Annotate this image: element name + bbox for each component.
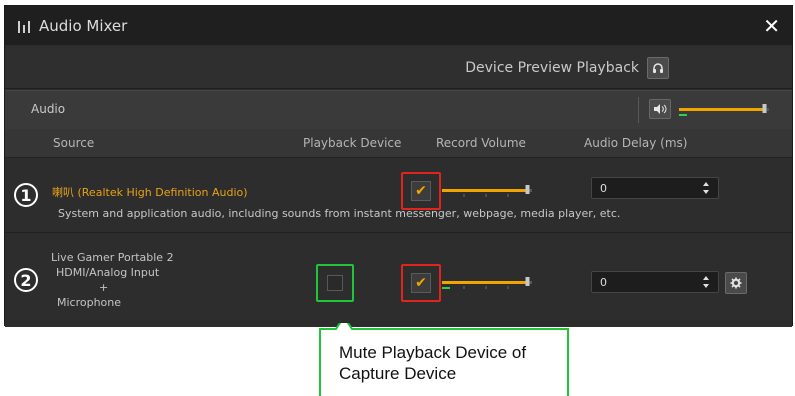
divider — [638, 97, 639, 123]
annotation-badge: 1 — [14, 183, 38, 207]
spinner-icon[interactable] — [702, 273, 710, 291]
audio-master-row: Audio — [5, 90, 792, 130]
record-volume-slider[interactable] — [442, 183, 534, 199]
source-input-name: HDMI/Analog Input — [56, 266, 160, 279]
checkmark-icon: ✔ — [415, 183, 427, 199]
window-title: Audio Mixer — [39, 16, 128, 35]
device-preview-row: Device Preview Playback — [5, 48, 792, 89]
source-name: 喇叭 (Realtek High Definition Audio) — [52, 186, 248, 199]
source-row: 2 Live Gamer Portable 2 HDMI/Analog Inpu… — [5, 233, 792, 327]
record-checkbox[interactable]: ✔ — [411, 181, 431, 201]
column-playback-device: Playback Device — [303, 136, 402, 150]
spinner-icon[interactable] — [702, 179, 710, 197]
audio-delay-value: 0 — [600, 182, 607, 195]
callout-text: Mute Playback Device of Capture Device — [339, 343, 527, 383]
source-device-name: Live Gamer Portable 2 — [51, 251, 174, 264]
audio-mixer-window: Audio Mixer ✕ Device Preview Playback Au… — [4, 5, 793, 327]
audio-delay-input[interactable]: 0 — [591, 177, 719, 199]
source-row: 1 喇叭 (Realtek High Definition Audio) Sys… — [5, 158, 792, 233]
column-source: Source — [53, 136, 95, 150]
close-button[interactable]: ✕ — [763, 14, 780, 38]
device-preview-label: Device Preview Playback — [465, 60, 639, 76]
mixer-icon — [18, 19, 30, 33]
annotation-badge: 2 — [14, 268, 38, 292]
audio-delay-input[interactable]: 0 — [591, 271, 719, 293]
record-volume-slider[interactable] — [442, 275, 534, 291]
source-name-block: Live Gamer Portable 2 HDMI/Analog Input … — [51, 250, 174, 310]
playback-device-checkbox[interactable] — [327, 275, 343, 291]
headphone-button[interactable] — [647, 57, 669, 79]
source-description: System and application audio, including … — [58, 207, 621, 220]
checkmark-icon: ✔ — [415, 275, 427, 291]
settings-button[interactable] — [725, 272, 747, 294]
gear-icon — [730, 277, 742, 289]
column-audio-delay: Audio Delay (ms) — [584, 136, 688, 150]
speaker-icon — [654, 104, 667, 114]
column-header-row: Source Playback Device Record Volume Aud… — [5, 129, 792, 158]
source-mic-name: Microphone — [57, 296, 122, 309]
audio-delay-value: 0 — [600, 276, 607, 289]
title-bar: Audio Mixer ✕ — [5, 6, 792, 45]
column-record-volume: Record Volume — [436, 136, 526, 150]
master-volume-slider[interactable] — [679, 101, 771, 117]
speaker-button[interactable] — [649, 99, 671, 119]
audio-label: Audio — [31, 102, 66, 116]
source-plus: + — [99, 281, 109, 294]
headphone-icon — [653, 63, 663, 73]
record-checkbox[interactable]: ✔ — [411, 273, 431, 293]
